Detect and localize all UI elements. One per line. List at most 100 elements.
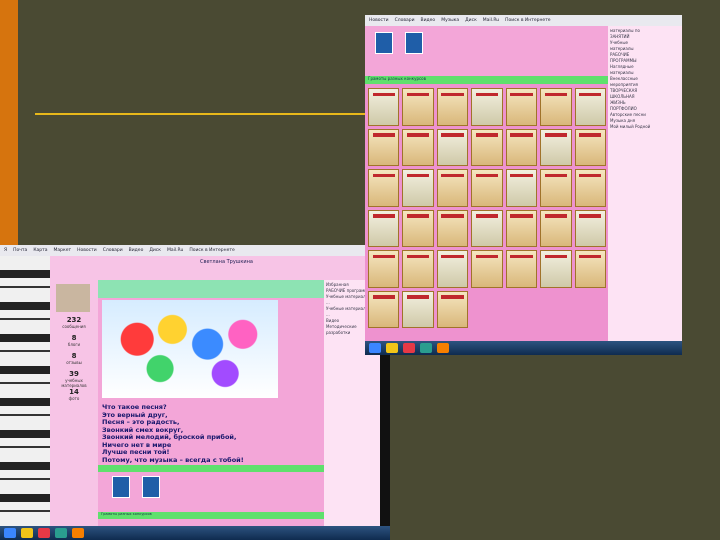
stat-photos[interactable]: 14 фото: [54, 388, 94, 401]
start-icon[interactable]: [4, 528, 16, 538]
poem-line: Потому, что музыка – всегда с тобой!: [102, 455, 244, 464]
avatar[interactable]: [56, 284, 90, 312]
certificate-thumbnail[interactable]: [368, 209, 400, 247]
screenshot-left: Я Почта Карта Маркет Новости Словари Вид…: [0, 245, 390, 540]
certificate-thumbnail[interactable]: [368, 128, 400, 166]
site-top-area: [365, 26, 608, 76]
start-icon[interactable]: [369, 343, 381, 353]
folder-icon[interactable]: [21, 528, 33, 538]
browser-tab[interactable]: Поиск в Интернете: [505, 18, 550, 23]
certificate-thumbnail[interactable]: [505, 209, 538, 247]
certificate-thumbnail[interactable]: [540, 250, 572, 288]
certificate-thumbnail[interactable]: [368, 250, 400, 288]
certificate-thumbnail[interactable]: [436, 209, 469, 247]
certificate-thumbnail[interactable]: [574, 209, 606, 247]
certificates-grid: [368, 88, 606, 328]
certificate-thumbnail[interactable]: [540, 209, 572, 247]
stat-posts[interactable]: 232 сообщения: [54, 316, 94, 329]
app-icon[interactable]: [420, 343, 432, 353]
certificate-thumbnail[interactable]: [368, 88, 400, 126]
certificate-thumbnail: [540, 291, 571, 329]
certificate-thumbnail[interactable]: [505, 128, 538, 166]
browser-tab[interactable]: Видео: [129, 248, 144, 253]
document-icon[interactable]: [112, 476, 130, 498]
site-title: Светлана Трушкина: [200, 259, 253, 265]
certificate-thumbnail[interactable]: [402, 88, 434, 126]
accent-bar-orange: [0, 0, 18, 245]
windows-taskbar: [365, 341, 682, 355]
document-icon[interactable]: [405, 32, 423, 54]
browser-icon[interactable]: [38, 528, 50, 538]
windows-taskbar: [0, 526, 390, 540]
screenshot-right: Новости Словари Видео Музыка Диск Mail.R…: [365, 15, 682, 355]
browser-tab[interactable]: Новости: [369, 18, 389, 23]
page-banner: [98, 280, 324, 298]
certificate-thumbnail[interactable]: [402, 128, 434, 166]
media-icon[interactable]: [437, 343, 449, 353]
stat-materials[interactable]: 39 учебных материалов: [54, 370, 94, 388]
app-icon[interactable]: [55, 528, 67, 538]
certificate-thumbnail[interactable]: [436, 290, 469, 328]
certificate-thumbnail[interactable]: [574, 88, 606, 126]
certificate-thumbnail[interactable]: [436, 128, 469, 166]
stat-blogs[interactable]: 8 блоги: [54, 334, 94, 347]
certificate-thumbnail[interactable]: [505, 169, 538, 207]
browser-toolbar: Новости Словари Видео Музыка Диск Mail.R…: [365, 15, 682, 26]
browser-tab[interactable]: Mail.Ru: [483, 18, 499, 23]
browser-tab[interactable]: Словари: [395, 18, 415, 23]
certificate-thumbnail[interactable]: [368, 290, 400, 328]
divider-strip: [98, 465, 324, 472]
certificate-thumbnail[interactable]: [505, 250, 538, 288]
document-icon[interactable]: [375, 32, 393, 54]
certificate-thumbnail[interactable]: [471, 169, 503, 207]
certificate-thumbnail[interactable]: [368, 169, 400, 207]
title-underline: [35, 113, 385, 115]
certificate-thumbnail[interactable]: [471, 88, 503, 126]
certificate-thumbnail[interactable]: [574, 169, 606, 207]
certificate-thumbnail[interactable]: [402, 169, 434, 207]
browser-tab[interactable]: Диск: [465, 18, 477, 23]
certificate-thumbnail: [506, 291, 537, 329]
stat-reviews[interactable]: 8 отзывы: [54, 352, 94, 365]
menu-item[interactable]: Мой милый Родной: [610, 124, 680, 130]
profile-sidebar: 232 сообщения 8 блоги 8 отзывы 39 учебных ма…: [50, 280, 98, 526]
certificate-thumbnail[interactable]: [436, 169, 469, 207]
certificate-thumbnail[interactable]: [540, 128, 572, 166]
certificate-thumbnail: [471, 291, 502, 329]
browser-tab[interactable]: Я: [4, 248, 7, 253]
certificate-thumbnail[interactable]: [471, 209, 503, 247]
browser-tab[interactable]: Новости: [77, 248, 97, 253]
piano-keys-decoration: [0, 256, 50, 526]
certificate-thumbnail[interactable]: [574, 128, 606, 166]
certificate-thumbnail[interactable]: [540, 169, 572, 207]
certificate-thumbnail[interactable]: [402, 250, 434, 288]
browser-tab[interactable]: Карта: [33, 248, 47, 253]
browser-tab[interactable]: Видео: [421, 18, 436, 23]
browser-toolbar: Я Почта Карта Маркет Новости Словари Вид…: [0, 245, 390, 256]
certificate-thumbnail[interactable]: [540, 88, 572, 126]
certificate-thumbnail[interactable]: [505, 88, 538, 126]
browser-icon[interactable]: [403, 343, 415, 353]
browser-tab[interactable]: Музыка: [441, 18, 459, 23]
browser-tab[interactable]: Поиск в Интернете: [189, 248, 234, 253]
menu-sidebar: материалы по ЗАНЯТИЙ Учебные материалы Р…: [608, 26, 682, 341]
browser-tab[interactable]: Диск: [149, 248, 161, 253]
site-header: Светлана Трушкина: [50, 256, 380, 280]
certificate-thumbnail[interactable]: [471, 250, 503, 288]
browser-tab[interactable]: Mail.Ru: [167, 248, 183, 253]
certificate-thumbnail[interactable]: [402, 209, 434, 247]
certificate-thumbnail[interactable]: [471, 128, 503, 166]
document-icon[interactable]: [142, 476, 160, 498]
browser-tab[interactable]: Почта: [13, 248, 27, 253]
certificate-thumbnail[interactable]: [436, 250, 469, 288]
browser-tab[interactable]: Маркет: [54, 248, 72, 253]
media-icon[interactable]: [72, 528, 84, 538]
certificate-thumbnail: [575, 291, 606, 329]
certificate-thumbnail[interactable]: [402, 290, 434, 328]
certificate-thumbnail[interactable]: [574, 250, 606, 288]
browser-tab[interactable]: Словари: [103, 248, 123, 253]
section-strip: Грамоты разных конкурсов: [365, 76, 608, 84]
certificate-thumbnail[interactable]: [436, 88, 469, 126]
folder-icon[interactable]: [386, 343, 398, 353]
balloons-image: [102, 300, 278, 398]
